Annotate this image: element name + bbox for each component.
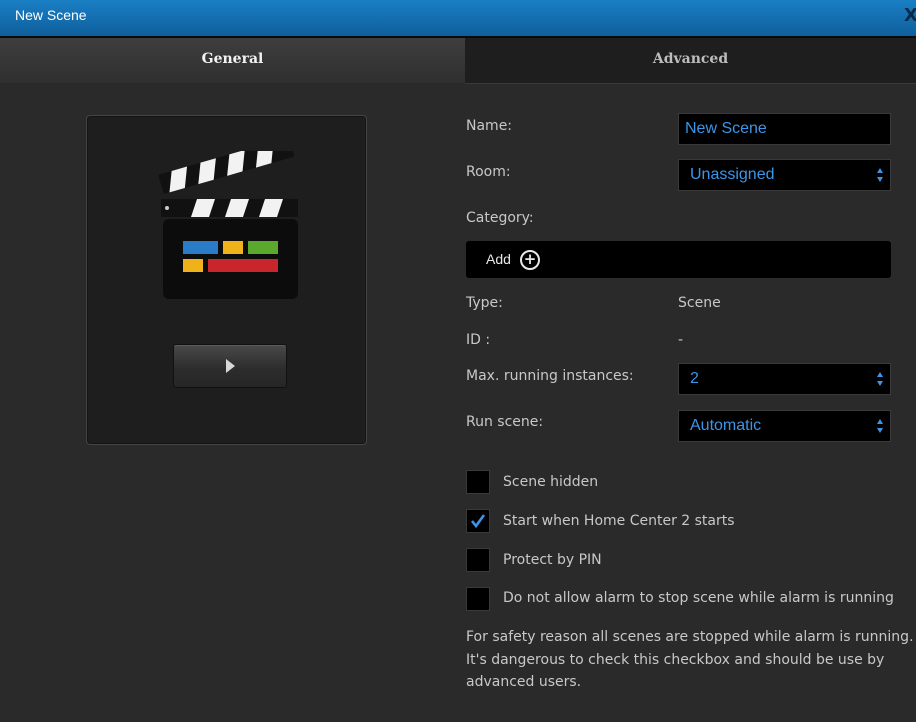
play-icon	[226, 359, 235, 373]
type-label: Type:	[466, 295, 503, 311]
type-value: Scene	[678, 295, 721, 311]
select-arrows-icon	[877, 372, 883, 388]
checkmark-icon	[470, 514, 486, 529]
category-label: Category:	[466, 210, 534, 226]
name-label: Name:	[466, 118, 513, 134]
alarm-stop-label: Do not allow alarm to stop scene while a…	[503, 590, 894, 606]
room-label: Room:	[466, 164, 511, 180]
start-on-boot-label: Start when Home Center 2 starts	[503, 513, 735, 529]
close-icon[interactable]: X	[904, 5, 916, 26]
note-line: It's dangerous to check this checkbox an…	[466, 651, 885, 668]
max-instances-value: 2	[690, 370, 699, 387]
alarm-warning-note: For safety reason all scenes are stopped…	[466, 626, 916, 694]
protect-pin-checkbox[interactable]	[466, 548, 490, 572]
run-scene-select[interactable]: Automatic	[678, 410, 891, 442]
scene-preview-panel	[86, 115, 367, 445]
tab-advanced[interactable]: Advanced	[465, 38, 916, 84]
protect-pin-label: Protect by PIN	[503, 552, 602, 568]
tab-general[interactable]: General	[0, 38, 465, 83]
id-label: ID :	[466, 332, 491, 348]
start-on-boot-checkbox[interactable]	[466, 509, 490, 533]
play-button[interactable]	[173, 344, 287, 388]
run-scene-value: Automatic	[690, 417, 762, 434]
add-label: Add	[486, 251, 511, 267]
alarm-stop-checkbox[interactable]	[466, 587, 490, 611]
note-line: For safety reason all scenes are stopped…	[466, 629, 914, 645]
name-input-value: New Scene	[685, 120, 767, 137]
select-arrows-icon	[877, 168, 883, 184]
name-input[interactable]: New Scene	[678, 113, 891, 145]
clapperboard-icon	[158, 151, 298, 299]
plus-circle-icon: +	[520, 250, 540, 270]
room-select[interactable]: Unassigned	[678, 159, 891, 191]
tab-bar: General Advanced	[0, 38, 916, 84]
max-instances-label: Max. running instances:	[466, 368, 634, 384]
category-add-button[interactable]: Add +	[466, 241, 891, 278]
scene-hidden-checkbox[interactable]	[466, 470, 490, 494]
scene-hidden-label: Scene hidden	[503, 474, 599, 490]
max-instances-select[interactable]: 2	[678, 363, 891, 395]
note-line: advanced users.	[466, 674, 582, 690]
room-select-value: Unassigned	[690, 166, 775, 183]
window-title: New Scene	[15, 7, 87, 23]
select-arrows-icon	[877, 419, 883, 435]
id-value: -	[678, 332, 684, 348]
run-scene-label: Run scene:	[466, 414, 544, 430]
window-titlebar: New Scene X	[0, 0, 916, 38]
